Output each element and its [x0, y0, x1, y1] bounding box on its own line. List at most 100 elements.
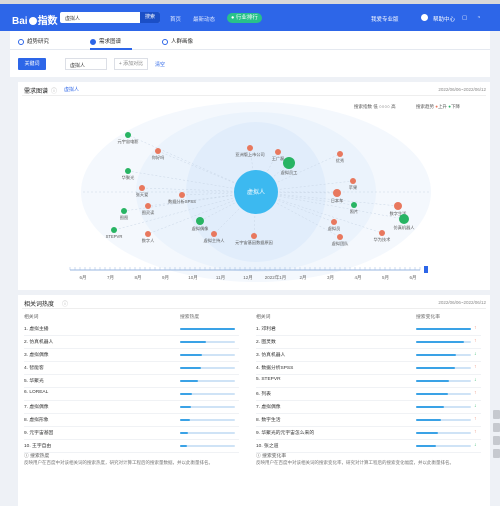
heat-bar-fill — [416, 406, 444, 408]
table-row[interactable]: 3. 仿真机器人 ↓ — [256, 351, 481, 364]
row-divider — [24, 387, 239, 388]
sidebar-button[interactable] — [493, 410, 500, 419]
add-compare-button[interactable]: + 添加对比 — [114, 58, 148, 70]
row-word: 仿真机器人 — [29, 340, 54, 345]
demand-node[interactable] — [379, 230, 385, 236]
demand-node[interactable] — [155, 148, 161, 154]
arrow-up-icon: ↑ — [474, 416, 477, 422]
demand-node[interactable] — [351, 202, 357, 208]
search-button[interactable]: 搜索 — [140, 12, 160, 23]
table-row[interactable]: 6. LOREAL — [24, 390, 239, 403]
table-row[interactable]: 9. 元宇宙基因 — [24, 429, 239, 442]
demand-node[interactable] — [394, 202, 402, 210]
demand-node-label: 华聚光 — [122, 174, 135, 181]
timeline-label: 8月 — [134, 275, 141, 281]
heat-bar-fill — [416, 354, 456, 356]
table-row[interactable]: 2. 仿真机器人 — [24, 338, 239, 351]
demand-node[interactable] — [121, 208, 127, 214]
heat-bar-fill — [416, 432, 438, 434]
demand-node[interactable] — [337, 151, 343, 157]
heat-bar — [180, 419, 235, 421]
demand-node[interactable] — [145, 231, 151, 237]
table-row[interactable]: 8. 虚拟形象 — [24, 416, 239, 429]
table-row[interactable]: 1. 虚拟主播 — [24, 325, 239, 338]
demand-node[interactable] — [337, 234, 343, 240]
timeline-label: 6月 — [79, 275, 86, 281]
timeline-slider[interactable]: 6月 7月 8月 9月 10月 11月 12月 2022年1月 2月 3月 4月 5月 6月 — [50, 266, 430, 286]
demand-node[interactable] — [350, 178, 356, 184]
timeline-label: 2022年1月 — [265, 274, 287, 281]
table-row[interactable]: 6. 列表 ↑ — [256, 390, 481, 403]
table-row[interactable]: 9. 华聚光的元宇宙怎么来的 ↑ — [256, 429, 481, 442]
demand-node[interactable] — [333, 189, 341, 197]
search-box[interactable]: 虚拟人 搜索 — [60, 12, 160, 23]
demand-node[interactable] — [111, 227, 117, 233]
demand-node[interactable] — [179, 192, 185, 198]
table-row[interactable]: 2. 图灵数 ↑ — [256, 338, 481, 351]
arrow-up-icon: ↑ — [474, 325, 477, 331]
row-divider — [24, 348, 239, 349]
table-row[interactable]: 10. 张之道 ↓ — [256, 442, 481, 455]
table-row[interactable]: 3. 虚拟偶像 — [24, 351, 239, 364]
row-divider — [24, 413, 239, 414]
table-row[interactable]: 4. 智能客 — [24, 364, 239, 377]
table-row[interactable]: 7. 虚拟偶像 — [24, 403, 239, 416]
table-row[interactable]: 10. 王宇自由 — [24, 442, 239, 455]
table-row[interactable]: 5. STEPVR ↓ — [256, 377, 481, 390]
row-divider — [256, 413, 481, 414]
nav-latest[interactable]: 最新动态 — [193, 15, 215, 23]
timeline-handle[interactable] — [424, 266, 428, 273]
demand-node[interactable] — [196, 217, 204, 225]
sidebar-button[interactable] — [493, 423, 500, 432]
demand-node[interactable] — [125, 168, 131, 174]
tab-demand-map[interactable]: 需求图谱 — [90, 37, 121, 45]
demand-node[interactable] — [251, 233, 257, 239]
table-row[interactable]: 7. 虚拟偶像 ↓ — [256, 403, 481, 416]
baidu-logo[interactable]: Bai 指数 — [12, 12, 58, 27]
demand-node[interactable] — [399, 214, 409, 224]
demand-node[interactable] — [145, 203, 151, 209]
demand-node[interactable] — [247, 145, 253, 151]
sidebar-button[interactable] — [493, 436, 500, 445]
timeline-label: 4月 — [354, 275, 361, 281]
search-input[interactable]: 虚拟人 — [65, 15, 80, 22]
table-row[interactable]: 1. 邓利君 ↑ — [256, 325, 481, 338]
sidebar-button[interactable] — [493, 449, 500, 458]
info-icon[interactable]: ⓘ — [62, 299, 68, 308]
tab-audience[interactable]: 人群画像 — [162, 37, 193, 45]
notification-icon[interactable]: ◔ — [477, 15, 480, 21]
table-row[interactable]: 8. 数字生活 ↑ — [256, 416, 481, 429]
row-divider — [256, 452, 481, 453]
demand-node[interactable] — [211, 231, 217, 237]
heat-bar — [416, 432, 471, 434]
demand-node[interactable] — [331, 219, 337, 225]
heat-bar — [180, 341, 235, 343]
clear-link[interactable]: 清空 — [155, 61, 165, 68]
arrow-up-icon: ↑ — [474, 364, 477, 370]
nav-industry-rank[interactable]: ● 行业排行 — [227, 13, 262, 23]
demand-node[interactable] — [275, 149, 281, 155]
related-words-panel: 相关词热度 ⓘ 2022/06/06~2022/06/12 相关词 搜索热度 1… — [18, 295, 490, 506]
pro-version-link[interactable]: 我爱专业版 — [371, 15, 399, 23]
tab-trend[interactable]: 趋势研究 — [18, 37, 49, 45]
avatar[interactable] — [421, 14, 428, 21]
heat-bar — [416, 393, 471, 395]
table-row[interactable]: 5. 华聚光 — [24, 377, 239, 390]
nav-home[interactable]: 首页 — [170, 15, 181, 23]
col-head-change: 搜索变化率 — [416, 315, 440, 320]
table-row[interactable]: 4. 数据分析SPSS ↑ — [256, 364, 481, 377]
demand-node[interactable] — [125, 132, 131, 138]
heat-bar-fill — [180, 432, 188, 434]
demand-node-label: 元宇宙电影 — [118, 138, 140, 145]
help-center-link[interactable]: 帮助中心 — [433, 15, 455, 23]
demand-node[interactable] — [283, 157, 295, 169]
heat-bar — [180, 445, 235, 447]
row-word: 列表 — [261, 392, 271, 397]
related-date-range: 2022/06/06~2022/06/12 — [438, 300, 486, 305]
arrow-up-icon: ↑ — [474, 429, 477, 435]
demand-node[interactable] — [139, 185, 145, 191]
app-icon[interactable]: ▢ — [462, 15, 467, 21]
demand-node-label: 数据分析SPSS — [168, 198, 196, 205]
keyword-input[interactable]: 虚拟人 — [65, 58, 107, 70]
heat-bar — [180, 367, 235, 369]
